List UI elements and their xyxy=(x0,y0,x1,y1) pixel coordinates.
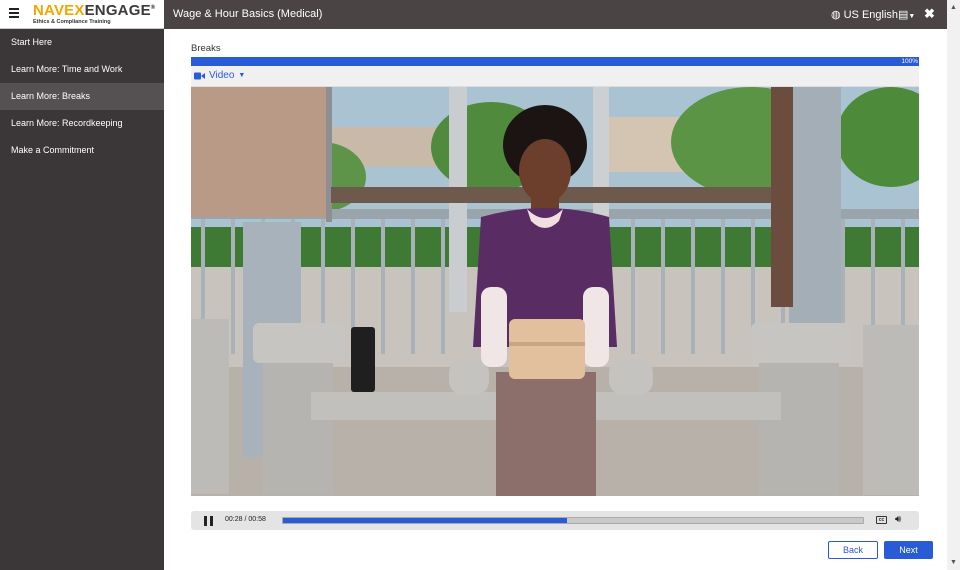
hamburger-icon[interactable] xyxy=(9,8,19,20)
logo: NAVEXENGAGE® xyxy=(33,2,155,19)
course-title: Wage & Hour Basics (Medical) xyxy=(173,8,323,20)
caret-down-icon: ▼ xyxy=(238,72,246,79)
document-icon: ▤ xyxy=(898,9,909,21)
sidebar-item-start-here[interactable]: Start Here xyxy=(0,29,164,56)
logo-navex: NAVEX xyxy=(33,2,85,19)
video-controls: 00:28 / 00:58 cc 🔊︎ xyxy=(191,511,919,530)
sidebar: Start Here Learn More: Time and Work Lea… xyxy=(0,29,164,570)
seek-bar[interactable] xyxy=(282,517,864,524)
volume-icon[interactable]: 🔊︎ xyxy=(895,514,901,525)
logo-registered: ® xyxy=(150,5,156,11)
globe-icon: ◍ xyxy=(831,9,841,21)
back-button[interactable]: Back xyxy=(828,541,878,559)
logo-area: NAVEXENGAGE® Ethics & Compliance Trainin… xyxy=(0,0,164,29)
language-label: US English xyxy=(843,8,899,21)
logo-engage: ENGAGE xyxy=(84,2,151,19)
sidebar-item-commitment[interactable]: Make a Commitment xyxy=(0,137,164,164)
scroll-up-icon[interactable]: ▲ xyxy=(950,4,957,11)
video-tab[interactable]: Video ▼ xyxy=(191,66,919,87)
time-display: 00:28 / 00:58 xyxy=(225,516,266,523)
sidebar-item-time-and-work[interactable]: Learn More: Time and Work xyxy=(0,56,164,83)
page-title: Breaks xyxy=(191,43,221,54)
sidebar-item-breaks[interactable]: Learn More: Breaks xyxy=(0,83,164,110)
document-menu[interactable]: ▤▼ xyxy=(898,8,915,21)
close-icon[interactable]: ✖ xyxy=(924,6,935,22)
video-scene xyxy=(191,87,919,496)
top-bar: NAVEXENGAGE® Ethics & Compliance Trainin… xyxy=(0,0,960,29)
main-content: Breaks 100% Video ▼ 00:28 / 00:58 cc 🔊︎ … xyxy=(164,29,947,570)
caret-down-icon: ▼ xyxy=(908,13,916,20)
progress-bar: 100% xyxy=(191,57,919,66)
sidebar-item-recordkeeping[interactable]: Learn More: Recordkeeping xyxy=(0,110,164,137)
logo-tagline: Ethics & Compliance Training xyxy=(33,19,111,25)
progress-label: 100% xyxy=(901,58,918,65)
pause-icon[interactable] xyxy=(204,516,214,526)
next-button[interactable]: Next xyxy=(884,541,933,559)
video-tab-label: Video xyxy=(209,70,235,81)
scroll-down-icon[interactable]: ▼ xyxy=(950,559,957,566)
language-selector[interactable]: ◍ US English xyxy=(831,8,899,22)
closed-captions-icon[interactable]: cc xyxy=(876,516,887,524)
video-frame[interactable] xyxy=(191,87,919,496)
seek-bar-progress xyxy=(283,518,568,523)
video-camera-icon xyxy=(194,72,205,79)
page-scrollbar[interactable]: ▲ ▼ xyxy=(947,0,960,570)
